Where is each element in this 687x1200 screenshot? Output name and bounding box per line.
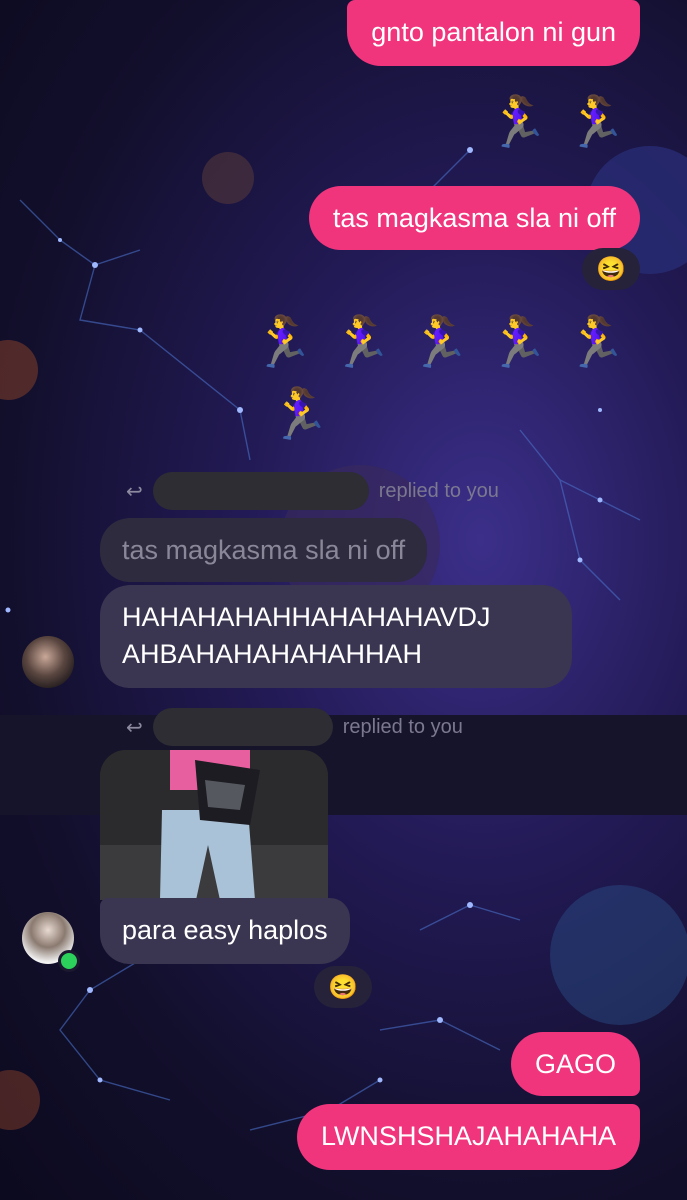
avatar[interactable] [22, 636, 74, 688]
laughing-emoji-icon: 😆 [328, 973, 358, 1001]
reply-arrow-icon: ↩ [126, 716, 143, 739]
incoming-message[interactable]: para easy haplos [100, 898, 350, 964]
incoming-message[interactable]: HAHAHAHAHHAHAHAHAVDJ AHBAHAHAHAHAHHAH [100, 585, 572, 688]
reaction-laughing[interactable]: 😆 [314, 966, 372, 1008]
photo-image [100, 750, 328, 900]
shared-photo[interactable] [100, 750, 328, 900]
laughing-emoji-icon: 😆 [596, 255, 626, 283]
redacted-name [152, 472, 369, 510]
running-emoji-row[interactable]: 🏃‍♀️ [268, 384, 346, 444]
outgoing-message[interactable]: LWNSHSHAJAHAHAHA [296, 1104, 640, 1170]
reply-label: replied to you [342, 715, 463, 738]
reply-arrow-icon: ↩ [126, 480, 143, 503]
outgoing-message[interactable]: GAGO [510, 1032, 640, 1096]
reply-header: ↩ replied to you [126, 472, 499, 510]
outgoing-message[interactable]: gnto pantalon ni gun [347, 0, 640, 66]
running-emoji-row[interactable]: 🏃‍♀️🏃‍♀️ [486, 92, 643, 152]
message-line: AHBAHAHAHAHAHHAH [122, 639, 423, 669]
message-line: HAHAHAHAHHAHAHAHAVDJ [122, 602, 491, 632]
reaction-laughing[interactable]: 😆 [582, 248, 640, 290]
reply-header: ↩ replied to you [126, 708, 463, 746]
quoted-message[interactable]: tas magkasma sla ni off [100, 518, 428, 582]
outgoing-message[interactable]: tas magkasma sla ni off [308, 186, 640, 250]
running-emoji-row[interactable]: 🏃‍♀️🏃‍♀️🏃‍♀️🏃‍♀️🏃‍♀️ [252, 312, 643, 372]
online-status-dot [58, 950, 80, 972]
redacted-name [152, 708, 333, 746]
reply-label: replied to you [378, 479, 499, 502]
